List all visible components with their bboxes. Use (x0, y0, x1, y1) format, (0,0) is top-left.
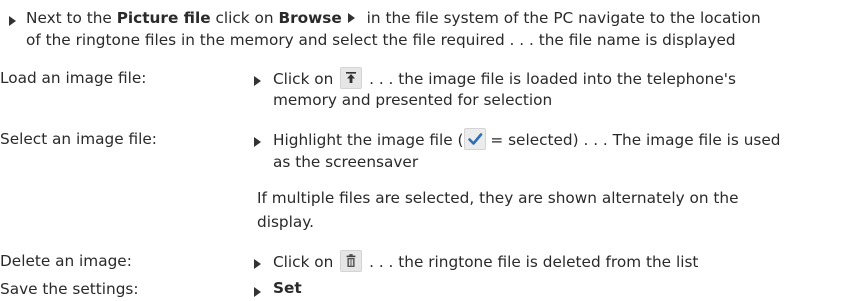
row-text: Click on (273, 70, 334, 88)
row-delete-line-1: Click on . . . the ringtone file is dele… (273, 250, 698, 272)
intro-text: Next to the (26, 9, 117, 27)
row-label-save: Save the settings: (0, 280, 139, 298)
intro-text: click on (210, 9, 279, 27)
step-arrow-icon (254, 287, 261, 297)
row-label-delete: Delete an image: (0, 252, 132, 270)
upload-icon (340, 67, 363, 89)
set-label: Set (273, 279, 302, 297)
intro-line-1: Next to the Picture file click on Browse… (26, 9, 761, 27)
step-arrow-icon (254, 76, 261, 86)
browse-label: Browse (278, 9, 342, 27)
row-label-select: Select an image file: (0, 130, 157, 148)
picture-file-label: Picture file (116, 9, 211, 27)
row-load-line-2: memory and presented for selection (273, 91, 553, 109)
intro-text: in the file system of the PC navigate to… (361, 9, 761, 27)
step-arrow-icon (254, 137, 261, 147)
row-text: Highlight the image file ( (273, 131, 464, 149)
step-arrow-icon (254, 259, 261, 269)
set-action-label: Set (273, 279, 302, 297)
row-load-line-1: Click on . . . the image file is loaded … (273, 67, 736, 89)
checkmark-icon (463, 128, 486, 150)
step-arrow-icon (347, 13, 355, 23)
row-text: . . . the image file is loaded into the … (364, 70, 736, 88)
note-line-1: If multiple files are selected, they are… (257, 189, 739, 207)
intro-text: of the ringtone files in the memory and … (26, 31, 736, 49)
step-arrow-icon (9, 16, 16, 26)
row-text: . . . the ringtone file is deleted from … (364, 253, 699, 271)
row-text: = selected) . . . The image file is used (485, 131, 781, 149)
row-select-line-2: as the screensaver (273, 153, 419, 171)
row-text: Click on (273, 253, 334, 271)
trash-icon (340, 250, 363, 272)
row-label-load: Load an image file: (0, 69, 147, 87)
row-select-line-1: Highlight the image file ( = selected) .… (273, 128, 781, 150)
note-line-2: display. (257, 213, 314, 231)
intro-line-2: of the ringtone files in the memory and … (26, 31, 736, 49)
